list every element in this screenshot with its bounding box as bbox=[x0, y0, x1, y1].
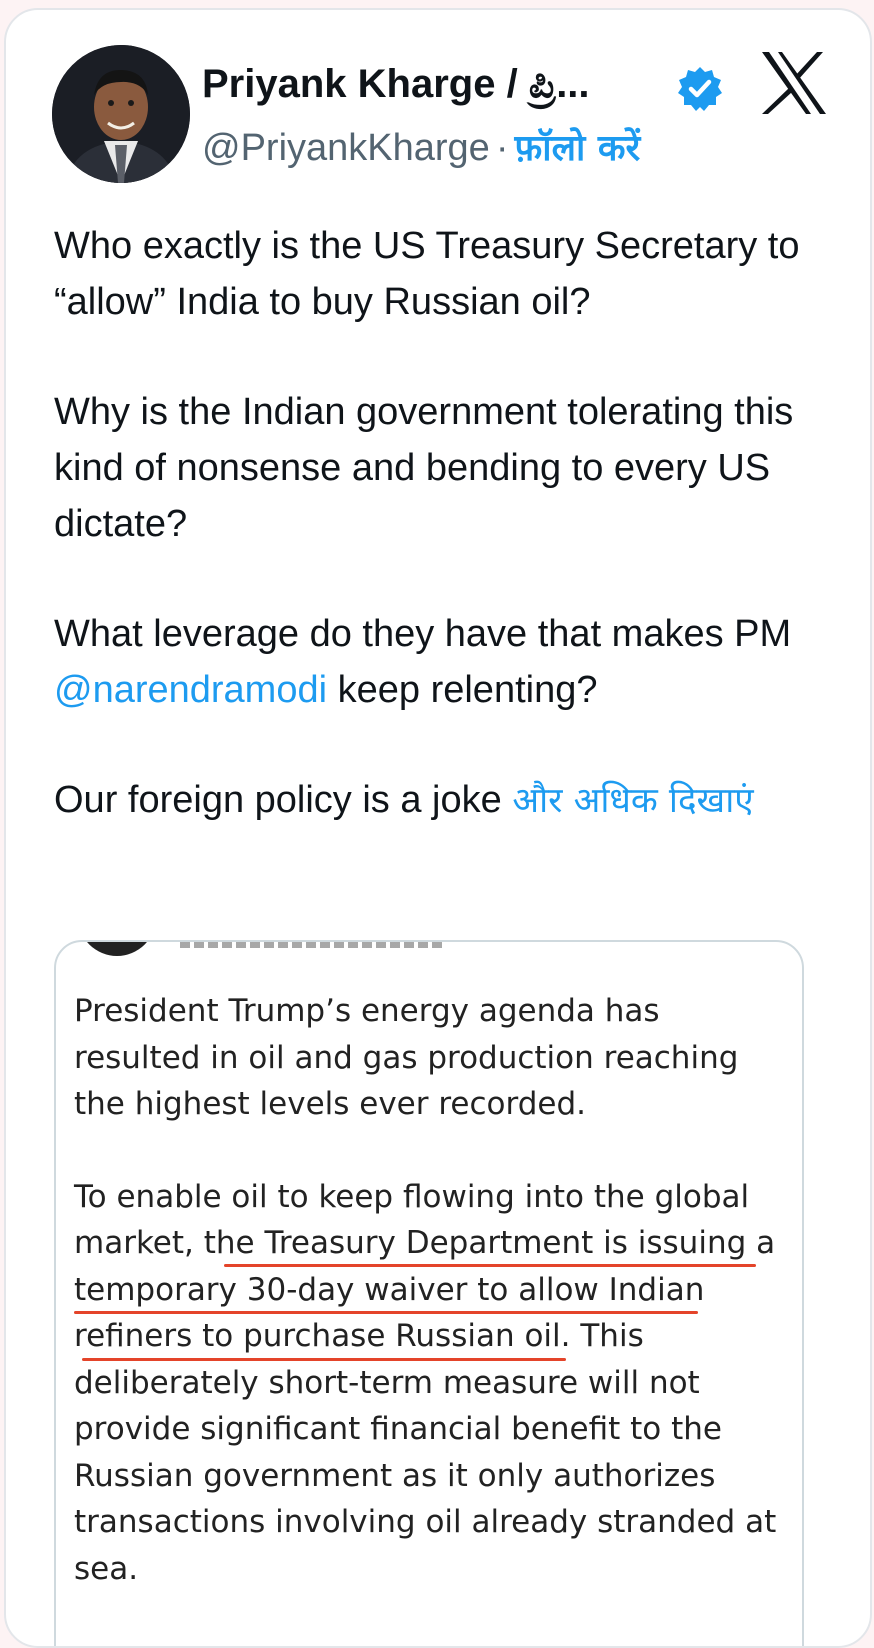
tweet-paragraph: Who exactly is the US Treasury Secretary… bbox=[54, 225, 800, 323]
verified-badge-icon bbox=[678, 67, 722, 111]
tweet-text-segment: Our foreign policy is a joke bbox=[54, 779, 513, 821]
tweet-paragraph: Our foreign policy is a joke और अधिक दिख… bbox=[54, 772, 854, 829]
author-avatar[interactable] bbox=[52, 45, 190, 183]
quoted-author-avatar bbox=[78, 942, 156, 956]
tweet-text-segment: What leverage do they have that makes PM bbox=[54, 613, 792, 655]
tweet-paragraph: Why is the Indian government tolerating … bbox=[54, 391, 794, 545]
mention-link[interactable]: @narendramodi bbox=[54, 669, 327, 711]
x-logo-icon[interactable] bbox=[760, 50, 828, 116]
author-name[interactable]: Priyank Kharge / ಪ್ರಿ... bbox=[202, 62, 590, 107]
follow-button[interactable]: फ़ॉलो करें bbox=[514, 128, 640, 169]
author-handle[interactable]: @PriyankKharge bbox=[202, 127, 490, 169]
highlight-underline bbox=[82, 1358, 566, 1361]
highlight-underline bbox=[74, 1311, 698, 1314]
tweet-body: Who exactly is the US Treasury Secretary… bbox=[54, 218, 854, 883]
separator-dot: · bbox=[495, 127, 509, 169]
show-more-link[interactable]: और अधिक दिखाएं bbox=[512, 781, 753, 821]
highlight-underline bbox=[224, 1264, 756, 1267]
quoted-paragraph: President Trump’s energy agenda has resu… bbox=[74, 993, 739, 1122]
quoted-post[interactable]: President Trump’s energy agenda has resu… bbox=[54, 940, 804, 1646]
tweet-card: Priyank Kharge / ಪ್ರಿ... @PriyankKharge ·… bbox=[4, 8, 872, 1648]
author-meta-row: @PriyankKharge · फ़ॉलो करें bbox=[202, 122, 640, 171]
quoted-paragraph: To enable oil to keep flowing into the g… bbox=[74, 1178, 777, 1587]
tweet-text-segment: keep relenting? bbox=[327, 669, 598, 711]
tweet-paragraph: What leverage do they have that makes PM… bbox=[54, 606, 854, 718]
quoted-author-name-clipped bbox=[180, 942, 442, 948]
